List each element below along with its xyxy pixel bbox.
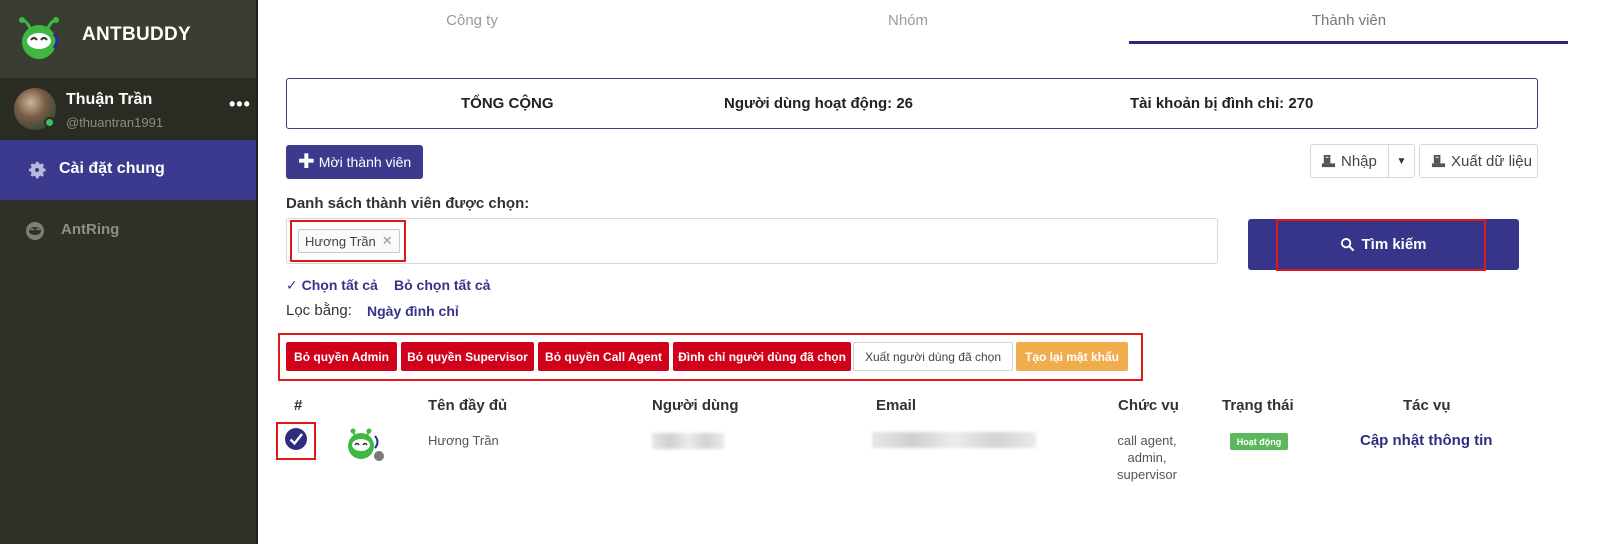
- reset-password-button[interactable]: Tạo lại mật khẩu: [1016, 342, 1128, 371]
- tab-members[interactable]: Thành viên: [1310, 12, 1388, 29]
- sidebar-item-antring[interactable]: AntRing: [0, 200, 256, 260]
- role-item: admin,: [1127, 450, 1167, 465]
- tab-bar: Công ty Nhóm Thành viên: [258, 0, 1600, 46]
- import-label: Nhập: [1341, 152, 1377, 170]
- sidebar-item-general-settings[interactable]: Cài đặt chung: [0, 140, 256, 200]
- update-info-link[interactable]: Cập nhật thông tin: [1360, 432, 1492, 449]
- export-icon: [1431, 154, 1446, 167]
- export-selected-users-button[interactable]: Xuất người dùng đã chọn: [853, 342, 1013, 371]
- revoke-admin-button[interactable]: Bỏ quyền Admin: [286, 342, 397, 371]
- highlight-box-chip: [290, 220, 406, 262]
- tab-company[interactable]: Công ty: [446, 12, 498, 29]
- row-roles: call agent, admin, supervisor: [1113, 432, 1181, 483]
- highlight-box-search: [1276, 219, 1486, 271]
- summary-total-label: TỔNG CỘNG: [461, 95, 554, 112]
- export-data-button[interactable]: Xuất dữ liệu: [1419, 144, 1538, 178]
- brand-name: ANTBUDDY: [82, 24, 192, 45]
- selected-members-input[interactable]: [286, 218, 1218, 264]
- sidebar-divider: [256, 0, 258, 544]
- row-full-name: Hương Trần: [428, 433, 499, 448]
- user-profile[interactable]: Thuận Trần @thuantran1991 •••: [0, 78, 256, 140]
- import-dropdown-toggle[interactable]: ▼: [1388, 144, 1415, 178]
- summary-active-users: Người dùng hoạt động: 26: [724, 95, 914, 112]
- filter-suspension-date-link[interactable]: Ngày đình chỉ: [367, 303, 459, 319]
- highlight-box-checkbox: [276, 422, 316, 460]
- column-header-username: Người dùng: [652, 397, 739, 414]
- invite-member-label: Mời thành viên: [318, 154, 412, 170]
- revoke-call-agent-button[interactable]: Bỏ quyền Call Agent: [538, 342, 669, 371]
- user-name: Thuận Trần: [66, 91, 153, 108]
- username-redacted: [652, 433, 724, 449]
- export-data-label: Xuất dữ liệu: [1451, 152, 1532, 170]
- revoke-supervisor-button[interactable]: Bỏ quyền Supervisor: [401, 342, 534, 371]
- column-header-actions: Tác vụ: [1403, 397, 1451, 414]
- column-header-role: Chức vụ: [1118, 397, 1179, 414]
- online-status-indicator: [44, 117, 55, 128]
- email-redacted: [872, 432, 1036, 448]
- column-header-email: Email: [876, 397, 917, 414]
- role-item: supervisor: [1117, 467, 1177, 482]
- suspend-selected-users-button[interactable]: Đình chỉ người dùng đã chọn: [673, 342, 851, 371]
- plus-icon: ✚: [298, 151, 315, 173]
- caret-down-icon: ▼: [1396, 155, 1407, 167]
- user-handle: @thuantran1991: [66, 115, 164, 130]
- selected-members-label: Danh sách thành viên được chọn:: [286, 195, 530, 212]
- summary-suspended-accounts: Tài khoản bị đình chỉ: 270: [1130, 95, 1314, 112]
- summary-box: TỔNG CỘNG Người dùng hoạt động: 26 Tài k…: [286, 78, 1538, 129]
- column-header-full-name: Tên đầy đủ: [428, 397, 508, 414]
- antring-icon: [26, 222, 44, 240]
- column-header-index: #: [294, 397, 303, 414]
- tab-groups[interactable]: Nhóm: [886, 12, 930, 29]
- gear-icon: [28, 161, 46, 179]
- user-menu-button[interactable]: •••: [229, 94, 251, 115]
- antbuddy-logo-icon: [19, 17, 59, 59]
- active-tab-indicator: [1129, 41, 1568, 44]
- import-button[interactable]: Nhập: [1310, 144, 1389, 178]
- sidebar-item-label: Cài đặt chung: [59, 160, 165, 177]
- deselect-all-link[interactable]: Bỏ chọn tất cả: [394, 277, 490, 293]
- filter-label: Lọc bằng:: [286, 302, 352, 319]
- import-icon: [1321, 154, 1336, 167]
- user-avatar-icon: [348, 428, 384, 461]
- column-header-status: Trạng thái: [1222, 397, 1294, 414]
- select-all-link[interactable]: ✓ Chọn tất cả: [286, 277, 378, 294]
- brand-header[interactable]: ANTBUDDY: [0, 0, 256, 78]
- sidebar-item-label: AntRing: [61, 221, 120, 238]
- status-badge: Hoạt động: [1230, 433, 1288, 450]
- invite-member-button[interactable]: ✚ Mời thành viên: [286, 145, 423, 179]
- role-item: call agent,: [1117, 433, 1177, 448]
